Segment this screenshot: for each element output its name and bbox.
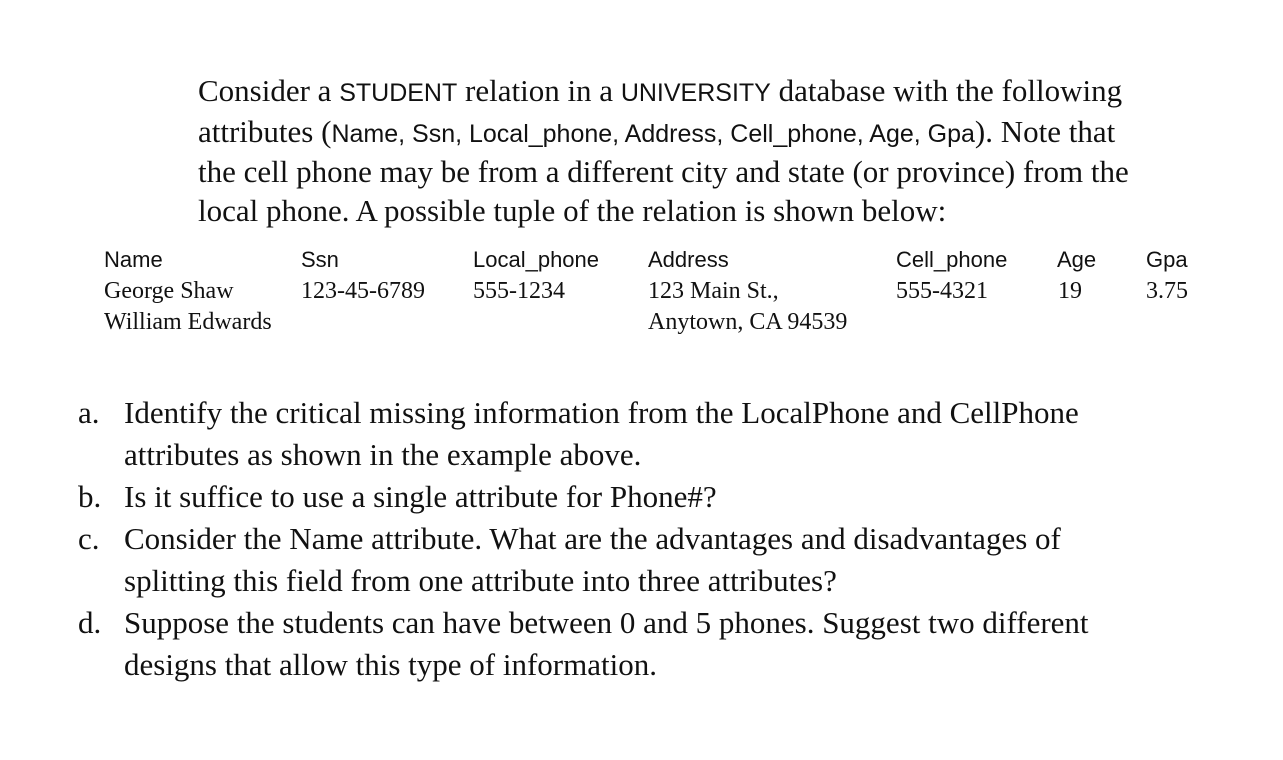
question-b: b. Is it suffice to use a single attribu… xyxy=(78,476,1248,518)
intro-text: ). Note that xyxy=(974,113,1116,149)
intro-text: relation in a xyxy=(457,73,621,108)
question-list: a. Identify the critical missing informa… xyxy=(78,392,1248,686)
cell-local-phone: 555-1234 xyxy=(473,278,565,304)
question-letter: c. xyxy=(78,521,100,556)
intro-line: local phone. A possible tuple of the rel… xyxy=(198,192,947,228)
cell-address: Anytown, CA 94539 xyxy=(648,309,848,335)
question-text: designs that allow this type of informat… xyxy=(124,647,657,682)
cell-address: 123 Main St., xyxy=(648,278,779,304)
header-local-phone: Local_phone xyxy=(473,247,600,272)
header-cell-phone: Cell_phone xyxy=(896,247,1008,272)
header-gpa: Gpa xyxy=(1146,247,1188,272)
question-d: d. Suppose the students can have between… xyxy=(78,602,1248,686)
question-letter: a. xyxy=(78,395,100,430)
database-name: UNIVERSITY xyxy=(620,79,771,107)
question-c: c. Consider the Name attribute. What are… xyxy=(78,518,1248,602)
question-text: splitting this field from one attribute … xyxy=(124,563,837,598)
question-text: Identify the critical missing informatio… xyxy=(124,395,1079,430)
intro-paragraph: Consider a STUDENT relation in a UNIVERS… xyxy=(198,72,1228,230)
attribute-list: Name, Ssn, Local_phone, Address, Cell_ph… xyxy=(331,119,975,148)
question-text: Consider the Name attribute. What are th… xyxy=(124,521,1061,556)
intro-line: the cell phone may be from a different c… xyxy=(198,154,1129,189)
header-address: Address xyxy=(648,247,729,272)
question-text: Is it suffice to use a single attribute … xyxy=(124,479,717,514)
cell-ssn: 123-45-6789 xyxy=(301,278,425,304)
header-ssn: Ssn xyxy=(301,247,339,272)
cell-age: 19 xyxy=(1058,278,1082,304)
question-letter: d. xyxy=(78,605,102,640)
intro-line: attributes (Name, Ssn, Local_phone, Addr… xyxy=(198,113,1228,154)
header-name: Name xyxy=(104,247,163,272)
question-a: a. Identify the critical missing informa… xyxy=(78,392,1248,476)
relation-name: STUDENT xyxy=(339,79,458,107)
cell-gpa: 3.75 xyxy=(1146,278,1188,304)
question-text: attributes as shown in the example above… xyxy=(124,437,642,472)
cell-cell-phone: 555-4321 xyxy=(896,278,988,304)
question-text: Suppose the students can have between 0 … xyxy=(124,605,1089,640)
cell-name: William Edwards xyxy=(104,309,272,335)
tuple-table: Name Ssn Local_phone Address Cell_phone … xyxy=(0,244,1283,344)
cell-name: George Shaw xyxy=(104,278,234,304)
intro-text: database with the following xyxy=(770,73,1123,108)
header-age: Age xyxy=(1057,247,1097,272)
question-letter: b. xyxy=(78,479,102,514)
intro-line: Consider a STUDENT relation in a UNIVERS… xyxy=(198,72,1228,113)
intro-text: Consider a xyxy=(198,73,340,108)
intro-text: attributes ( xyxy=(198,113,332,149)
